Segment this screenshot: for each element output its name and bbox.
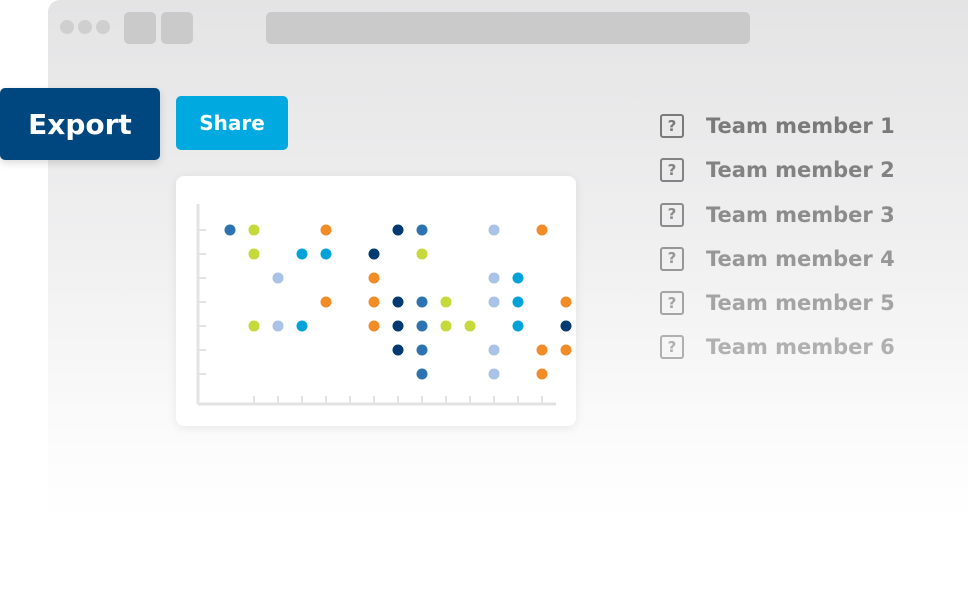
scatter-point xyxy=(512,320,524,332)
scatter-point xyxy=(392,224,404,236)
scatter-point xyxy=(536,344,548,356)
scatter-point xyxy=(416,296,428,308)
scatter-point xyxy=(416,344,428,356)
export-button-label: Export xyxy=(28,107,132,141)
scatter-point xyxy=(272,272,284,284)
window-dot-icon[interactable] xyxy=(96,20,110,34)
team-member-label: Team member 6 xyxy=(706,335,895,360)
share-button[interactable]: Share xyxy=(176,96,288,150)
team-member-label: Team member 3 xyxy=(706,202,895,227)
window-dot-icon[interactable] xyxy=(60,20,74,34)
page: Export Share ? Team member 1? Team member … xyxy=(0,0,968,600)
back-button[interactable] xyxy=(124,12,156,44)
scatter-chart-card xyxy=(176,176,576,426)
scatter-point xyxy=(272,320,284,332)
scatter-point xyxy=(392,344,404,356)
scatter-point xyxy=(560,344,572,356)
scatter-point xyxy=(440,296,452,308)
question-mark-icon: ? xyxy=(660,158,684,183)
scatter-point xyxy=(512,272,524,284)
forward-button[interactable] xyxy=(161,12,193,44)
scatter-point xyxy=(488,344,500,356)
team-member-item[interactable]: ? Team member 3 xyxy=(660,199,960,243)
scatter-point xyxy=(296,248,308,260)
scatter-point xyxy=(320,224,332,236)
question-mark-icon: ? xyxy=(660,291,684,316)
scatter-point xyxy=(320,296,332,308)
question-mark-icon: ? xyxy=(660,202,684,227)
export-button[interactable]: Export xyxy=(0,88,160,160)
team-member-label: Team member 5 xyxy=(706,291,895,316)
scatter-point xyxy=(560,320,572,332)
window-dot-icon[interactable] xyxy=(78,20,92,34)
scatter-point xyxy=(488,272,500,284)
scatter-point xyxy=(512,296,524,308)
scatter-point xyxy=(488,296,500,308)
scatter-point xyxy=(416,248,428,260)
team-member-item[interactable]: ? Team member 2 xyxy=(660,154,960,198)
scatter-point xyxy=(296,320,308,332)
scatter-point xyxy=(488,224,500,236)
scatter-point xyxy=(488,368,500,380)
scatter-point xyxy=(224,224,236,236)
scatter-point xyxy=(320,248,332,260)
scatter-point xyxy=(440,320,452,332)
scatter-point xyxy=(368,272,380,284)
team-member-item[interactable]: ? Team member 4 xyxy=(660,243,960,287)
team-member-list: ? Team member 1? Team member 2? Team member… xyxy=(660,110,960,376)
team-member-item[interactable]: ? Team member 1 xyxy=(660,110,960,154)
question-mark-icon: ? xyxy=(660,114,684,138)
scatter-point xyxy=(248,248,260,260)
scatter-point xyxy=(368,248,380,260)
team-member-label: Team member 4 xyxy=(706,246,895,271)
address-bar[interactable] xyxy=(266,12,750,44)
scatter-point xyxy=(416,368,428,380)
scatter-point xyxy=(392,296,404,308)
scatter-point xyxy=(248,320,260,332)
scatter-point xyxy=(416,320,428,332)
question-mark-icon: ? xyxy=(660,246,684,271)
team-member-item[interactable]: ? Team member 6 xyxy=(660,331,960,375)
team-member-item[interactable]: ? Team member 5 xyxy=(660,287,960,331)
team-member-label: Team member 2 xyxy=(706,158,895,183)
share-button-label: Share xyxy=(199,111,265,135)
scatter-point xyxy=(464,320,476,332)
scatter-point xyxy=(416,224,428,236)
team-member-label: Team member 1 xyxy=(706,114,895,138)
scatter-point xyxy=(368,296,380,308)
scatter-point xyxy=(536,368,548,380)
scatter-point xyxy=(392,320,404,332)
scatter-point xyxy=(368,320,380,332)
question-mark-icon: ? xyxy=(660,335,684,360)
scatter-point xyxy=(248,224,260,236)
scatter-chart xyxy=(196,204,572,406)
scatter-point xyxy=(536,224,548,236)
scatter-point xyxy=(560,296,572,308)
